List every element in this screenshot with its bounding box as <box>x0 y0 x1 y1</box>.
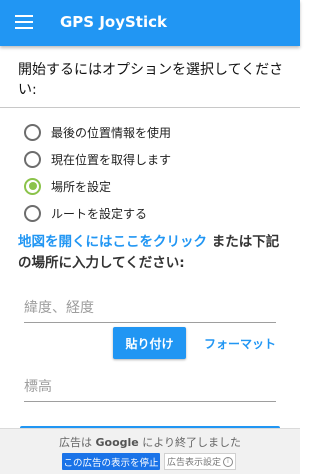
radio-button-checked-icon[interactable] <box>24 177 41 195</box>
ad-banner: 広告は Google により終了しました この広告の表示を停止 広告表示設定 i <box>0 428 300 474</box>
app-bar: GPS JoyStick <box>0 0 300 46</box>
altitude-field[interactable] <box>24 375 276 402</box>
stop-ad-button[interactable]: この広告の表示を停止 <box>62 453 160 470</box>
ad-text-prefix: 広告は <box>58 436 92 449</box>
option-label: 最後の位置情報を使用 <box>51 125 172 140</box>
option-label: ルートを設定する <box>51 206 148 221</box>
altitude-input[interactable] <box>24 375 276 399</box>
format-button[interactable]: フォーマット <box>204 335 276 352</box>
radio-button-icon[interactable] <box>24 150 41 168</box>
coordinates-input[interactable] <box>24 296 276 320</box>
google-logo: Google <box>95 436 139 449</box>
option-label: 現在位置を取得します <box>51 152 172 167</box>
option-current-location[interactable]: 現在位置を取得します <box>24 149 171 169</box>
ad-settings-button[interactable]: 広告表示設定 i <box>164 453 236 470</box>
map-instruction: 地図を開くにはここをクリック または下記の場所に入力してください: <box>18 232 288 274</box>
radio-button-icon[interactable] <box>24 204 41 222</box>
info-icon: i <box>223 456 233 467</box>
ad-text-suffix: により終了しました <box>142 436 242 449</box>
option-set-route[interactable]: ルートを設定する <box>24 203 147 223</box>
open-map-link[interactable]: 地図を開くにはここをクリック <box>18 234 207 250</box>
paste-button[interactable]: 貼り付け <box>113 327 186 359</box>
option-set-location[interactable]: 場所を設定 <box>24 176 111 196</box>
option-last-location[interactable]: 最後の位置情報を使用 <box>24 122 171 142</box>
divider <box>0 107 300 108</box>
option-label: 場所を設定 <box>51 179 112 194</box>
hamburger-menu-icon[interactable] <box>15 15 33 29</box>
radio-button-icon[interactable] <box>24 123 41 141</box>
app-title: GPS JoyStick <box>60 13 167 31</box>
ad-closed-text: 広告は Google により終了しました <box>0 434 300 450</box>
instruction-text: 開始するにはオプションを選択してください: <box>18 62 284 98</box>
coordinates-field[interactable] <box>24 296 276 323</box>
ad-settings-label: 広告表示設定 <box>166 458 221 468</box>
